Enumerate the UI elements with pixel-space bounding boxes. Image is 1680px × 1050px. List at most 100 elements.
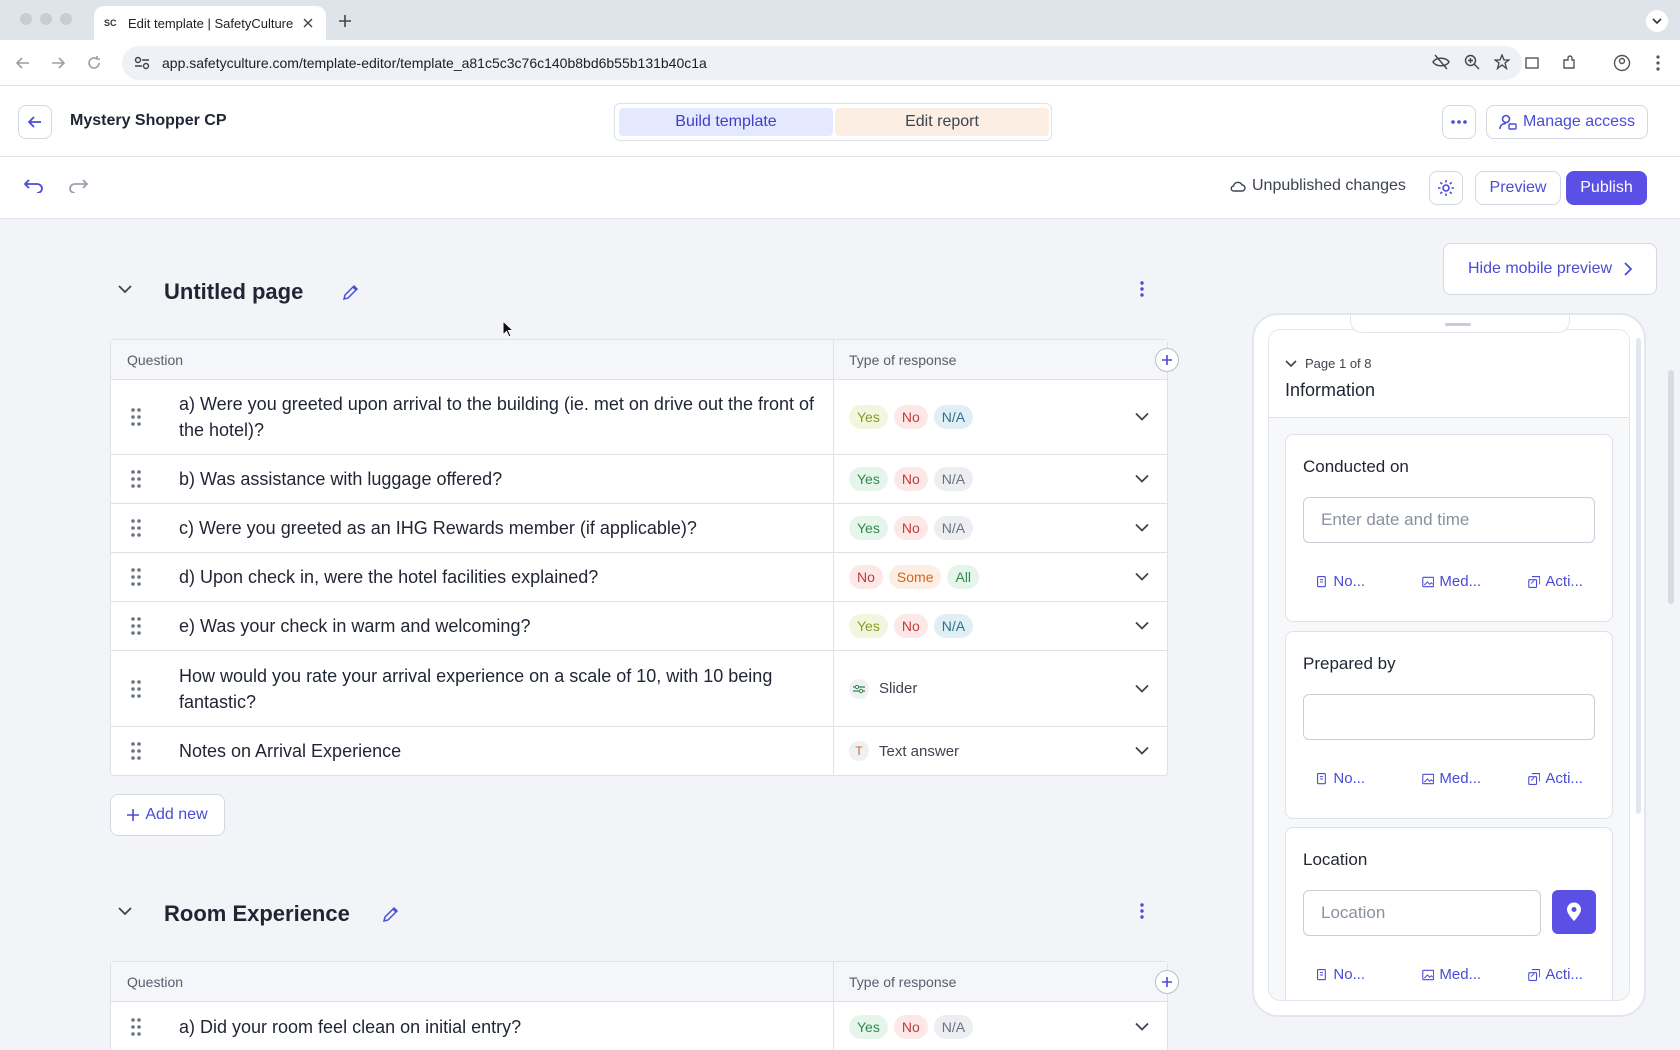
question-text[interactable]: e) Was your check in warm and welcoming? [179,613,823,639]
settings-button[interactable] [1429,171,1463,205]
edit-page-title-icon[interactable] [342,283,360,301]
expand-row-icon[interactable] [1135,1022,1149,1031]
template-name[interactable]: Mystery Shopper CP [70,112,226,130]
table-row[interactable]: b) Was assistance with luggage offered? … [111,455,1167,504]
drag-handle-icon[interactable] [131,679,141,698]
notes-action[interactable]: No... [1316,966,1394,983]
response-set[interactable]: Yes No N/A [849,614,974,638]
expand-row-icon[interactable] [1135,523,1149,533]
prepared-by-field[interactable] [1303,694,1595,740]
table-row[interactable]: Notes on Arrival Experience T Text answer [111,727,1167,775]
mobile-page-indicator[interactable]: Page 1 of 8 [1285,356,1372,371]
screenshot-icon[interactable] [1521,52,1543,74]
page-options-icon[interactable] [1140,281,1144,297]
response-set[interactable]: Yes No N/A [849,1014,974,1039]
redo-icon[interactable] [68,177,88,193]
response-set[interactable]: No Some All [849,565,980,589]
location-pin-button[interactable] [1552,890,1596,934]
action-action[interactable]: Acti... [1528,966,1606,983]
close-window-button[interactable] [20,13,32,25]
add-question-icon[interactable] [1155,970,1179,994]
page-title[interactable]: Untitled page [164,279,303,305]
question-text[interactable]: a) Were you greeted upon arrival to the … [179,391,823,443]
question-text[interactable]: d) Upon check in, were the hotel facilit… [179,564,823,590]
page-options-icon[interactable] [1140,903,1144,919]
question-text[interactable]: How would you rate your arrival experien… [179,663,823,715]
window-controls[interactable] [20,13,72,25]
media-action[interactable]: Med... [1422,770,1500,787]
drag-handle-icon[interactable] [131,568,141,586]
page-title[interactable]: Room Experience [164,901,350,927]
build-template-tab[interactable]: Build template [619,108,833,136]
question-text[interactable]: b) Was assistance with luggage offered? [179,466,823,492]
expand-row-icon[interactable] [1135,474,1149,484]
drag-handle-icon[interactable] [131,617,141,635]
collapse-page-icon[interactable] [118,285,132,294]
media-action[interactable]: Med... [1422,573,1500,590]
response-set[interactable]: Yes No N/A [849,405,974,429]
address-bar[interactable]: app.safetyculture.com/template-editor/te… [122,46,1522,80]
edit-report-tab[interactable]: Edit report [835,108,1049,136]
minimize-window-button[interactable] [40,13,52,25]
location-field[interactable]: Location [1303,890,1541,936]
add-question-icon[interactable] [1155,348,1179,372]
table-row[interactable]: a) Did your room feel clean on initial e… [111,1002,1167,1050]
mobile-preview-scrollbar[interactable] [1636,338,1641,814]
date-time-field[interactable]: Enter date and time [1303,497,1595,543]
table-row[interactable]: c) Were you greeted as an IHG Rewards me… [111,504,1167,553]
preview-button[interactable]: Preview [1475,171,1561,205]
profile-icon[interactable] [1611,52,1633,74]
expand-row-icon[interactable] [1135,412,1149,422]
chevron-right-icon [1624,262,1633,276]
action-action[interactable]: Acti... [1528,573,1606,590]
eye-off-icon[interactable] [1432,54,1450,70]
page-scrollbar[interactable] [1668,370,1674,604]
more-options-button[interactable] [1442,105,1476,139]
table-row[interactable]: d) Upon check in, were the hotel facilit… [111,553,1167,602]
maximize-window-button[interactable] [60,13,72,25]
notes-action[interactable]: No... [1316,573,1394,590]
expand-row-icon[interactable] [1135,684,1149,693]
site-info-icon[interactable] [134,56,150,70]
browser-tab[interactable]: SC Edit template | SafetyCulture [94,6,326,40]
collapse-page-icon[interactable] [118,907,132,916]
response-type[interactable]: Slider [849,678,917,699]
notes-action[interactable]: No... [1316,770,1394,787]
close-tab-icon[interactable] [300,15,316,31]
drag-handle-icon[interactable] [131,742,141,760]
action-action[interactable]: Acti... [1528,770,1606,787]
media-action[interactable]: Med... [1422,966,1500,983]
bookmark-star-icon[interactable] [1494,54,1510,70]
expand-row-icon[interactable] [1135,621,1149,631]
table-row[interactable]: e) Was your check in warm and welcoming?… [111,602,1167,651]
table-row[interactable]: a) Were you greeted upon arrival to the … [111,380,1167,455]
question-text[interactable]: Notes on Arrival Experience [179,738,823,764]
hide-mobile-preview-button[interactable]: Hide mobile preview [1443,243,1657,295]
drag-handle-icon[interactable] [131,1017,141,1036]
expand-row-icon[interactable] [1135,746,1149,756]
reload-icon[interactable] [83,52,105,74]
question-text[interactable]: c) Were you greeted as an IHG Rewards me… [179,515,823,541]
response-type[interactable]: T Text answer [849,741,959,761]
back-button[interactable] [18,105,52,139]
manage-access-button[interactable]: Manage access [1486,105,1648,139]
browser-menu-icon[interactable] [1647,52,1669,74]
add-new-button[interactable]: Add new [110,794,225,836]
table-row[interactable]: How would you rate your arrival experien… [111,651,1167,727]
drag-handle-icon[interactable] [131,470,141,488]
forward-icon[interactable] [47,52,69,74]
response-set[interactable]: Yes No N/A [849,467,974,491]
back-icon[interactable] [12,52,34,74]
expand-row-icon[interactable] [1135,572,1149,582]
drag-handle-icon[interactable] [131,519,141,537]
new-tab-icon[interactable] [334,10,356,32]
undo-icon[interactable] [24,177,44,193]
drag-handle-icon[interactable] [131,408,141,426]
zoom-icon[interactable] [1464,54,1480,70]
publish-button[interactable]: Publish [1566,171,1647,205]
extensions-icon[interactable] [1558,52,1580,74]
edit-page-title-icon[interactable] [382,905,400,923]
question-text[interactable]: a) Did your room feel clean on initial e… [179,1014,823,1040]
tab-search-icon[interactable] [1646,10,1668,32]
response-set[interactable]: Yes No N/A [849,516,974,540]
